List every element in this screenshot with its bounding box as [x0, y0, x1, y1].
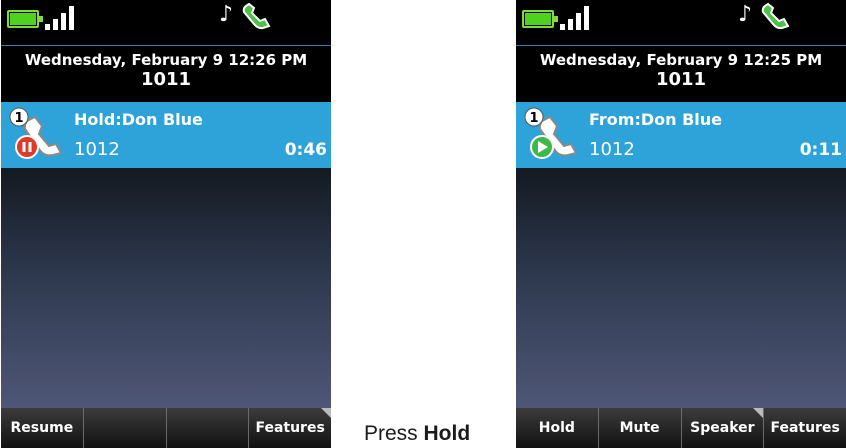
call-number: 1012 — [74, 139, 120, 160]
call-title: From:Don Blue — [589, 110, 723, 129]
handset-icon — [242, 2, 271, 30]
battery-icon — [522, 10, 558, 28]
call-timer: 0:46 — [284, 140, 327, 160]
softkey-speaker[interactable]: Speaker — [682, 408, 765, 448]
phone-screen-active: ♪ Wednesday, February 9 12:25 PM 1011 1 … — [516, 0, 846, 448]
more-indicator-icon — [753, 408, 764, 418]
battery-icon — [7, 10, 43, 28]
handset-icon — [761, 2, 790, 30]
date-header: Wednesday, February 9 12:25 PM 1011 — [516, 46, 846, 102]
status-bar: ♪ — [1, 0, 331, 46]
date-time: Wednesday, February 9 12:25 PM — [539, 51, 823, 69]
softkey-mute[interactable]: Mute — [599, 408, 682, 448]
softkey-features[interactable]: Features — [249, 408, 331, 448]
caption-prefix: Press — [364, 422, 424, 445]
signal-strength-icon — [45, 6, 85, 30]
softkey-empty-3[interactable] — [167, 408, 250, 448]
softkey-bar: Hold Mute Speaker Features — [516, 408, 846, 448]
softkey-label: Features — [255, 420, 325, 436]
softkey-bar: Resume Features — [1, 408, 331, 448]
caption-action: Hold — [423, 422, 471, 445]
status-bar: ♪ — [516, 0, 846, 46]
signal-strength-icon — [560, 6, 600, 30]
call-row[interactable]: 1 From:Don Blue 1012 0:11 — [516, 102, 846, 168]
call-badge: 1 — [529, 111, 538, 126]
call-row[interactable]: 1 Hold:Don Blue 1012 0:46 — [1, 102, 331, 168]
line-number: 1011 — [655, 69, 707, 90]
date-time: Wednesday, February 9 12:26 PM — [24, 51, 308, 69]
softkey-label: Features — [770, 420, 840, 436]
softkey-label: Speaker — [690, 420, 755, 436]
call-title: Hold:Don Blue — [74, 110, 203, 129]
music-note-icon: ♪ — [738, 2, 753, 27]
more-indicator-icon — [321, 408, 331, 418]
call-badge: 1 — [14, 111, 23, 126]
line-number: 1011 — [140, 69, 192, 90]
phone-screen-hold: ♪ Wednesday, February 9 12:26 PM 1011 1 … — [1, 0, 331, 448]
music-note-icon: ♪ — [219, 2, 234, 27]
softkey-resume[interactable]: Resume — [1, 408, 84, 448]
instruction-caption: Press Hold — [364, 422, 470, 446]
active-call-icon: 1 — [524, 107, 578, 159]
softkey-hold[interactable]: Hold — [516, 408, 599, 448]
call-timer: 0:11 — [799, 140, 842, 160]
call-number: 1012 — [589, 139, 635, 160]
date-header: Wednesday, February 9 12:26 PM 1011 — [1, 46, 331, 102]
softkey-features[interactable]: Features — [764, 408, 846, 448]
hold-call-icon: 1 — [9, 107, 63, 159]
softkey-empty-2[interactable] — [84, 408, 167, 448]
